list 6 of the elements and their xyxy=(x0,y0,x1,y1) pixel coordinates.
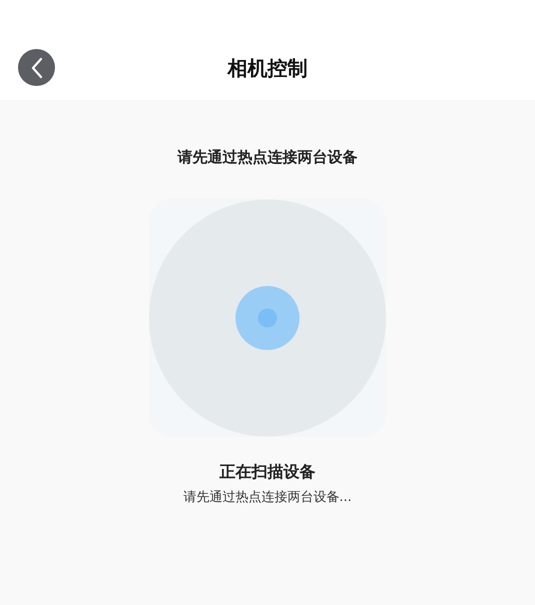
back-button[interactable] xyxy=(18,49,55,86)
page-title: 相机控制 xyxy=(228,55,308,82)
instruction-text: 请先通过热点连接两台设备 xyxy=(178,147,358,168)
status-title: 正在扫描设备 xyxy=(220,461,316,483)
back-icon xyxy=(30,56,42,78)
status-subtitle: 请先通过热点连接两台设备... xyxy=(183,489,352,507)
